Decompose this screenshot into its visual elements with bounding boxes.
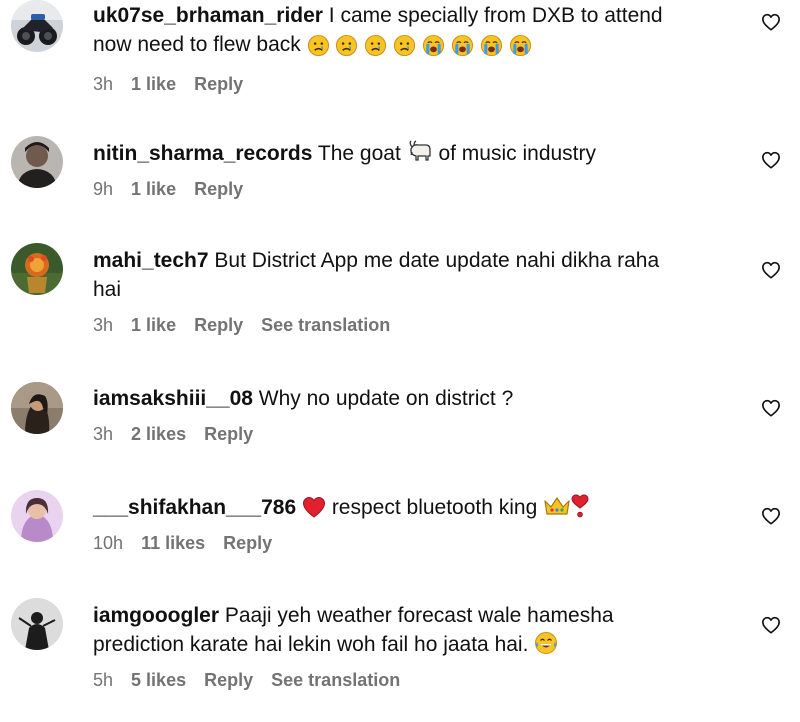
goat-icon	[409, 140, 431, 161]
avatar[interactable]	[11, 382, 63, 434]
likes-count[interactable]: 5 likes	[131, 669, 186, 691]
comment-text-after: of music industry	[432, 142, 597, 165]
avatar[interactable]	[11, 598, 63, 650]
comment-username[interactable]: nitin_sharma_records	[93, 142, 312, 165]
like-heart-icon[interactable]	[761, 261, 781, 279]
emoji-run	[307, 34, 532, 63]
crying-face-icon	[422, 34, 445, 57]
comment-meta: 3h 1 like Reply	[93, 73, 733, 95]
like-heart-icon[interactable]	[761, 616, 781, 634]
reply-button[interactable]: Reply	[204, 423, 253, 445]
sad-face-icon	[365, 34, 387, 57]
comment-username[interactable]: uk07se_brhaman_rider	[93, 4, 323, 27]
crying-face-icon	[509, 34, 531, 57]
like-heart-icon[interactable]	[761, 399, 781, 417]
see-translation-button[interactable]: See translation	[261, 314, 390, 336]
avatar[interactable]	[11, 490, 63, 542]
sad-face-icon	[307, 34, 329, 57]
comment-username[interactable]: iamsakshiii__08	[93, 387, 253, 410]
comment-text: iamgooogler Paaji yeh weather forecast w…	[93, 601, 733, 659]
crying-face-icon	[451, 34, 473, 57]
likes-count[interactable]: 1 like	[131, 73, 176, 95]
comment-meta: 9h 1 like Reply	[93, 178, 733, 200]
reply-button[interactable]: Reply	[204, 669, 253, 691]
like-heart-icon[interactable]	[761, 13, 781, 31]
tears-of-joy-icon	[535, 632, 558, 654]
reply-button[interactable]: Reply	[194, 314, 243, 336]
crying-face-icon	[480, 34, 502, 57]
heart-exclamation-icon	[571, 494, 589, 518]
see-translation-button[interactable]: See translation	[271, 669, 400, 691]
like-heart-icon[interactable]	[761, 507, 781, 525]
comment-text-body: Why no update on district ?	[252, 387, 514, 410]
comment-text-before: The goat	[312, 142, 407, 165]
crown-icon	[544, 497, 570, 515]
comment-meta: 3h 2 likes Reply	[93, 423, 733, 445]
likes-count[interactable]: 1 like	[131, 314, 176, 336]
likes-count[interactable]: 1 like	[131, 178, 176, 200]
comment-text-body: respect bluetooth king	[325, 496, 544, 519]
like-heart-icon[interactable]	[761, 151, 781, 169]
comment-time: 3h	[93, 315, 114, 335]
comment-text: iamsakshiii__08 Why no update on distric…	[93, 384, 733, 413]
comment-text: mahi_tech7 But District App me date upda…	[93, 246, 733, 304]
comment-time: 3h	[93, 424, 114, 444]
comment-time: 3h	[93, 74, 114, 94]
comment-text-line2: prediction karate hai lekin woh fail ho …	[93, 633, 535, 656]
comment-username[interactable]: iamgooogler	[93, 604, 219, 627]
comment-text-line2: hai	[93, 278, 122, 301]
likes-count[interactable]: 2 likes	[131, 423, 186, 445]
comment-text-line1: I came specially from DXB to attend	[322, 4, 663, 27]
comment-text-line1: But District App me date update nahi dik…	[208, 249, 660, 272]
comment-meta: 5h 5 likes Reply See translation	[93, 669, 733, 691]
comment-text-line1: Paaji yeh weather forecast wale hamesha	[219, 604, 614, 627]
reply-button[interactable]: Reply	[194, 178, 243, 200]
comment-text-line2: now need to flew back	[93, 33, 307, 56]
sad-face-icon	[394, 34, 416, 57]
avatar[interactable]	[11, 0, 63, 52]
likes-count[interactable]: 11 likes	[141, 532, 205, 554]
comment-text: ___shifakhan___786 respect bluetooth kin…	[93, 493, 733, 522]
comment-time: 9h	[93, 179, 114, 199]
reply-button[interactable]: Reply	[194, 73, 243, 95]
comment-text: nitin_sharma_records The goat of music i…	[93, 139, 733, 168]
reply-button[interactable]: Reply	[223, 532, 272, 554]
comment-time: 10h	[93, 533, 124, 553]
comment-meta: 3h 1 like Reply See translation	[93, 314, 733, 336]
comment-username[interactable]: mahi_tech7	[93, 249, 209, 272]
avatar[interactable]	[11, 243, 63, 295]
sad-face-icon	[336, 34, 358, 57]
comment-username[interactable]: ___shifakhan___786	[93, 496, 296, 519]
comment-meta: 10h 11 likes Reply	[93, 532, 733, 554]
comment-text: uk07se_brhaman_rider I came specially fr…	[93, 1, 733, 63]
red-heart-icon	[302, 496, 325, 518]
comment-time: 5h	[93, 670, 114, 690]
avatar[interactable]	[11, 136, 63, 188]
